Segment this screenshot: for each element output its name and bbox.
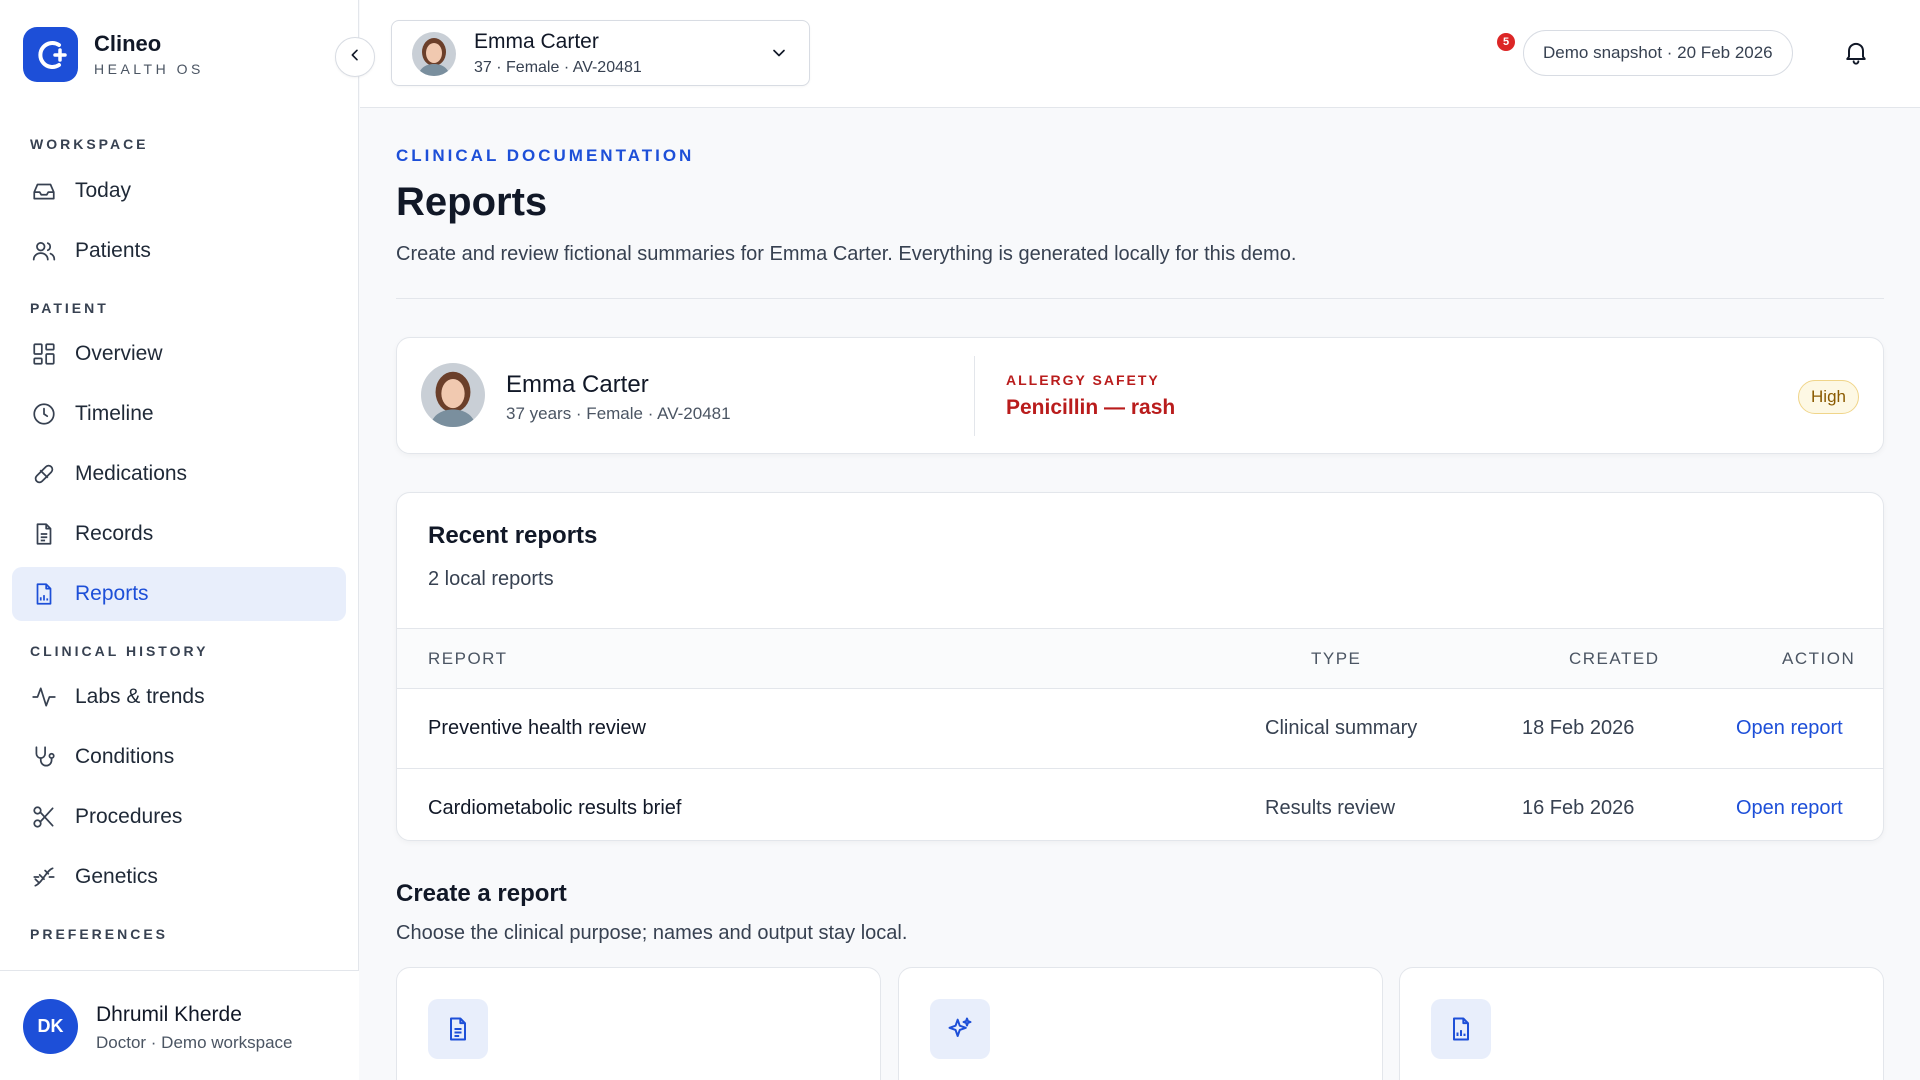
create-report-subtitle: Choose the clinical purpose; names and o… [396, 922, 908, 944]
patient-meta: 37 · Female · AV-20481 [474, 59, 642, 76]
sidebar-item-timeline[interactable]: Timeline [12, 387, 346, 441]
sidebar-item-medications[interactable]: Medications [12, 447, 346, 501]
dna-icon [30, 863, 58, 891]
scissors-icon [30, 803, 58, 831]
grid-icon [30, 340, 58, 368]
column-header-type: TYPE [1311, 649, 1362, 668]
sidebar-item-procedures[interactable]: Procedures [12, 790, 346, 844]
patient-avatar [421, 363, 485, 427]
collapse-sidebar-button[interactable] [335, 37, 375, 77]
report-created: 16 Feb 2026 [1522, 797, 1635, 819]
patient-avatar [412, 32, 456, 76]
sidebar-item-labs[interactable]: Labs & trends [12, 670, 346, 724]
brand-subtitle: HEALTH OS [94, 60, 204, 77]
page-eyebrow: CLINICAL DOCUMENTATION [396, 146, 695, 165]
column-header-report: REPORT [428, 649, 508, 668]
recent-reports-card: Recent reports 2 local reports REPORT TY… [396, 492, 1884, 841]
document-icon [30, 520, 58, 548]
divider [396, 298, 1884, 299]
report-template-card[interactable] [898, 967, 1383, 1080]
patient-name: Emma Carter [474, 30, 599, 53]
sidebar-item-label: Patients [75, 239, 151, 262]
inbox-icon [30, 177, 58, 205]
report-created: 18 Feb 2026 [1522, 717, 1635, 739]
chevron-left-icon [347, 47, 363, 68]
sidebar-item-conditions[interactable]: Conditions [12, 730, 346, 784]
pill-icon [30, 460, 58, 488]
sidebar-item-label: Today [75, 179, 132, 202]
sidebar-item-records[interactable]: Records [12, 507, 346, 561]
table-header: REPORT TYPE CREATED ACTION [397, 628, 1883, 689]
allergy-value: Penicillin — rash [1006, 396, 1176, 419]
clineo-logo-icon [23, 27, 78, 82]
section-preferences: PREFERENCES [30, 926, 169, 942]
section-title: Recent reports [428, 522, 598, 549]
patient-name: Emma Carter [506, 371, 649, 398]
brand-name: Clineo [94, 31, 162, 57]
allergy-label: ALLERGY SAFETY [1006, 372, 1160, 388]
sidebar: Clineo HEALTH OS WORKSPACE Today Patient… [0, 0, 359, 1080]
sidebar-item-label: Timeline [75, 402, 154, 425]
open-report-link[interactable]: Open report [1736, 797, 1843, 820]
section-patient: PATIENT [30, 300, 109, 316]
patient-switcher[interactable]: Emma Carter 37 · Female · AV-20481 [391, 20, 810, 86]
column-header-action: ACTION [1782, 649, 1856, 668]
notification-count-badge: 5 [1497, 33, 1515, 51]
report-name: Preventive health review [428, 717, 646, 739]
sidebar-item-label: Procedures [75, 805, 183, 828]
report-type: Clinical summary [1265, 717, 1418, 739]
patient-meta: 37 years · Female · AV-20481 [506, 404, 731, 423]
sidebar-item-genetics[interactable]: Genetics [12, 850, 346, 904]
report-name: Cardiometabolic results brief [428, 797, 682, 819]
sidebar-item-label: Genetics [75, 865, 158, 888]
demo-snapshot-badge: Demo snapshot · 20 Feb 2026 [1523, 30, 1793, 76]
sidebar-item-overview[interactable]: Overview [12, 327, 346, 381]
severity-badge: High [1798, 380, 1859, 414]
patient-summary-card: Emma Carter 37 years · Female · AV-20481… [396, 337, 1884, 454]
open-report-link[interactable]: Open report [1736, 717, 1843, 740]
chevron-down-icon [769, 43, 789, 68]
sidebar-item-label: Records [75, 522, 154, 545]
report-chart-icon [1431, 999, 1491, 1059]
document-icon [428, 999, 488, 1059]
brand[interactable]: Clineo HEALTH OS [23, 27, 204, 82]
page-subtitle: Create and review fictional summaries fo… [396, 243, 1297, 265]
user-profile[interactable]: DK Dhrumil Kherde Doctor · Demo workspac… [0, 970, 359, 1080]
activity-icon [30, 683, 58, 711]
section-clinical-history: CLINICAL HISTORY [30, 643, 209, 659]
sidebar-item-patients[interactable]: Patients [12, 224, 346, 278]
users-icon [30, 237, 58, 265]
avatar: DK [23, 999, 78, 1054]
clock-icon [30, 400, 58, 428]
report-template-card[interactable] [396, 967, 881, 1080]
sidebar-item-label: Conditions [75, 745, 175, 768]
sidebar-item-label: Overview [75, 342, 163, 365]
sidebar-item-today[interactable]: Today [12, 164, 346, 218]
sidebar-item-label: Medications [75, 462, 188, 485]
divider [974, 356, 975, 436]
report-count: 2 local reports [428, 568, 554, 590]
user-name: Dhrumil Kherde [96, 1003, 242, 1026]
report-template-card[interactable] [1399, 967, 1884, 1080]
table-row[interactable]: Preventive health review Clinical summar… [397, 689, 1883, 769]
bell-icon[interactable] [1842, 38, 1872, 68]
table-row[interactable]: Cardiometabolic results brief Results re… [397, 769, 1883, 840]
create-report-title: Create a report [396, 880, 567, 907]
sidebar-item-label: Labs & trends [75, 685, 205, 708]
topbar: Emma Carter 37 · Female · AV-20481 Demo … [360, 0, 1920, 108]
report-icon [30, 580, 58, 608]
sidebar-item-label: Reports [75, 582, 149, 605]
sidebar-item-reports[interactable]: Reports [12, 567, 346, 621]
stethoscope-icon [30, 743, 58, 771]
column-header-created: CREATED [1569, 649, 1660, 668]
report-type: Results review [1265, 797, 1396, 819]
user-role: Doctor · Demo workspace [96, 1033, 293, 1052]
section-workspace: WORKSPACE [30, 136, 149, 152]
page-title: Reports [396, 180, 548, 224]
sparkles-icon [930, 999, 990, 1059]
